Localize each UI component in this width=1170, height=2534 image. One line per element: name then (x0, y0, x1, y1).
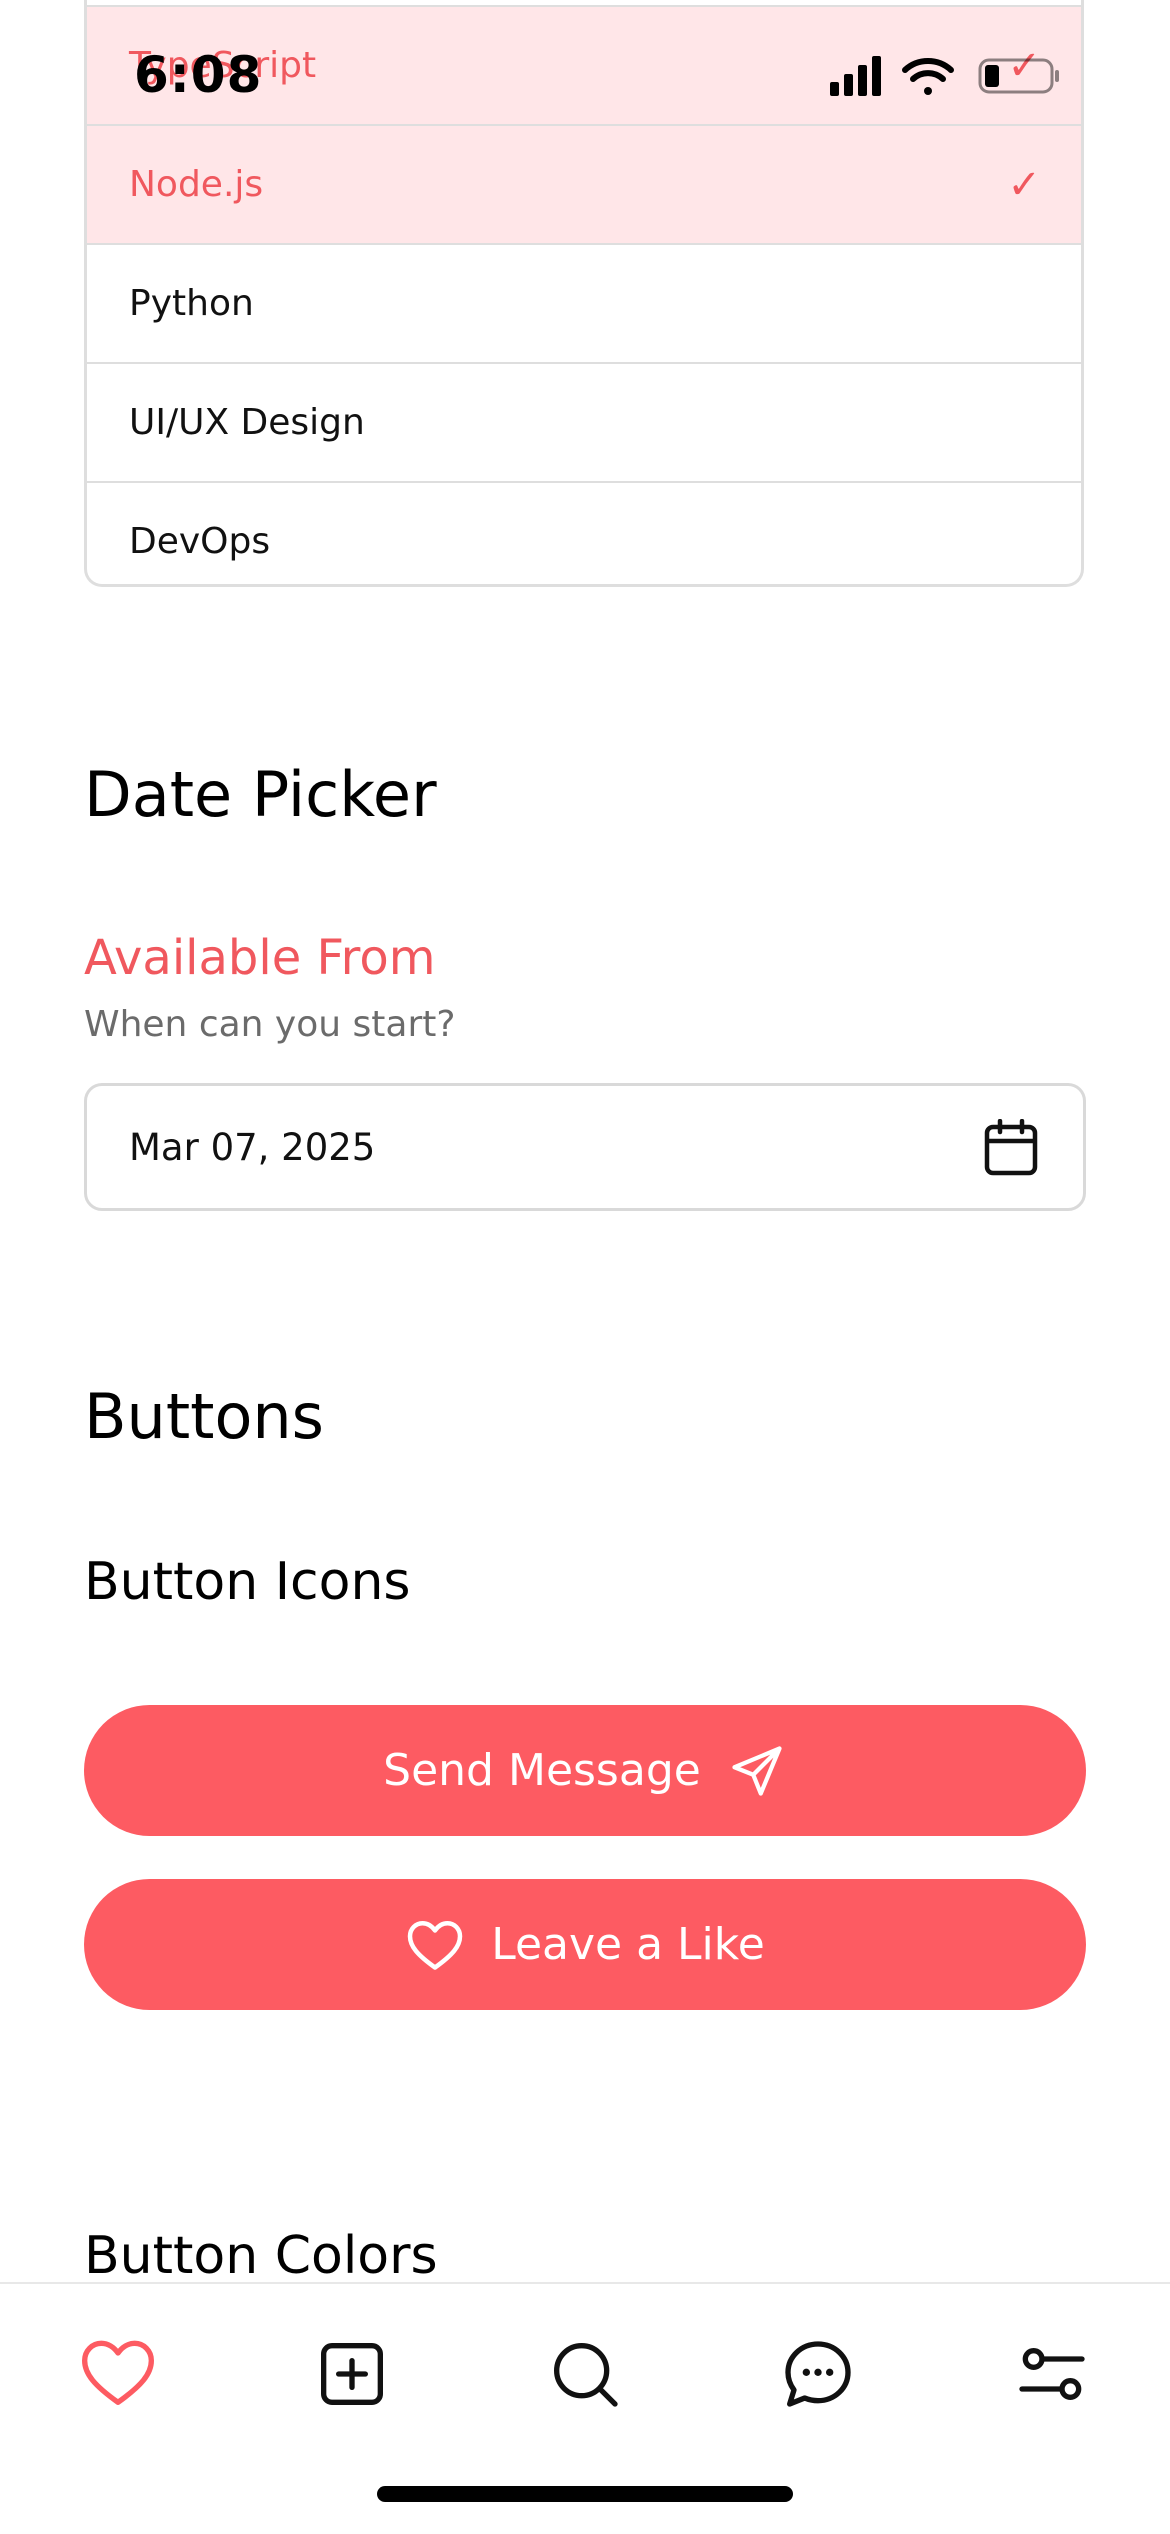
home-indicator (377, 2486, 793, 2502)
option-label: UI/UX Design (129, 402, 365, 443)
heart-icon[interactable] (78, 2334, 158, 2414)
select-option-nodejs[interactable]: Node.js ✓ (87, 124, 1081, 243)
chat-icon[interactable] (778, 2334, 858, 2414)
status-icons (830, 56, 1059, 96)
search-icon[interactable] (545, 2334, 625, 2414)
send-icon (732, 1745, 782, 1796)
heart-icon (407, 1920, 463, 1970)
leave-a-like-button[interactable]: Leave a Like (84, 1879, 1086, 2010)
battery-icon (978, 58, 1059, 94)
send-message-button[interactable]: Send Message (84, 1705, 1086, 1836)
subtitle-button-colors: Button Colors (84, 2226, 438, 2286)
date-value: Mar 07, 2025 (129, 1125, 376, 1169)
date-field-label: Available From (84, 930, 436, 986)
select-option-devops[interactable]: DevOps (87, 481, 1081, 584)
plus-square-icon[interactable] (312, 2334, 392, 2414)
option-label: Node.js (129, 164, 264, 205)
option-label: Python (129, 283, 254, 324)
select-option-python[interactable]: Python (87, 243, 1081, 362)
option-label: DevOps (129, 521, 271, 562)
wifi-icon (902, 58, 954, 95)
send-message-label: Send Message (383, 1745, 701, 1796)
checkmark-icon: ✓ (1007, 161, 1041, 208)
signal-icon (830, 56, 881, 96)
date-input[interactable]: Mar 07, 2025 (84, 1083, 1086, 1211)
date-field-hint: When can you start? (84, 1004, 456, 1045)
subtitle-button-icons: Button Icons (84, 1552, 411, 1612)
leave-a-like-label: Leave a Like (491, 1919, 765, 1970)
select-option-uiux[interactable]: UI/UX Design (87, 362, 1081, 481)
section-title-date-picker: Date Picker (84, 758, 437, 831)
sliders-icon[interactable] (1012, 2334, 1092, 2414)
status-time: 6:08 (134, 46, 263, 104)
calendar-icon[interactable] (983, 1119, 1039, 1177)
section-title-buttons: Buttons (84, 1380, 324, 1453)
